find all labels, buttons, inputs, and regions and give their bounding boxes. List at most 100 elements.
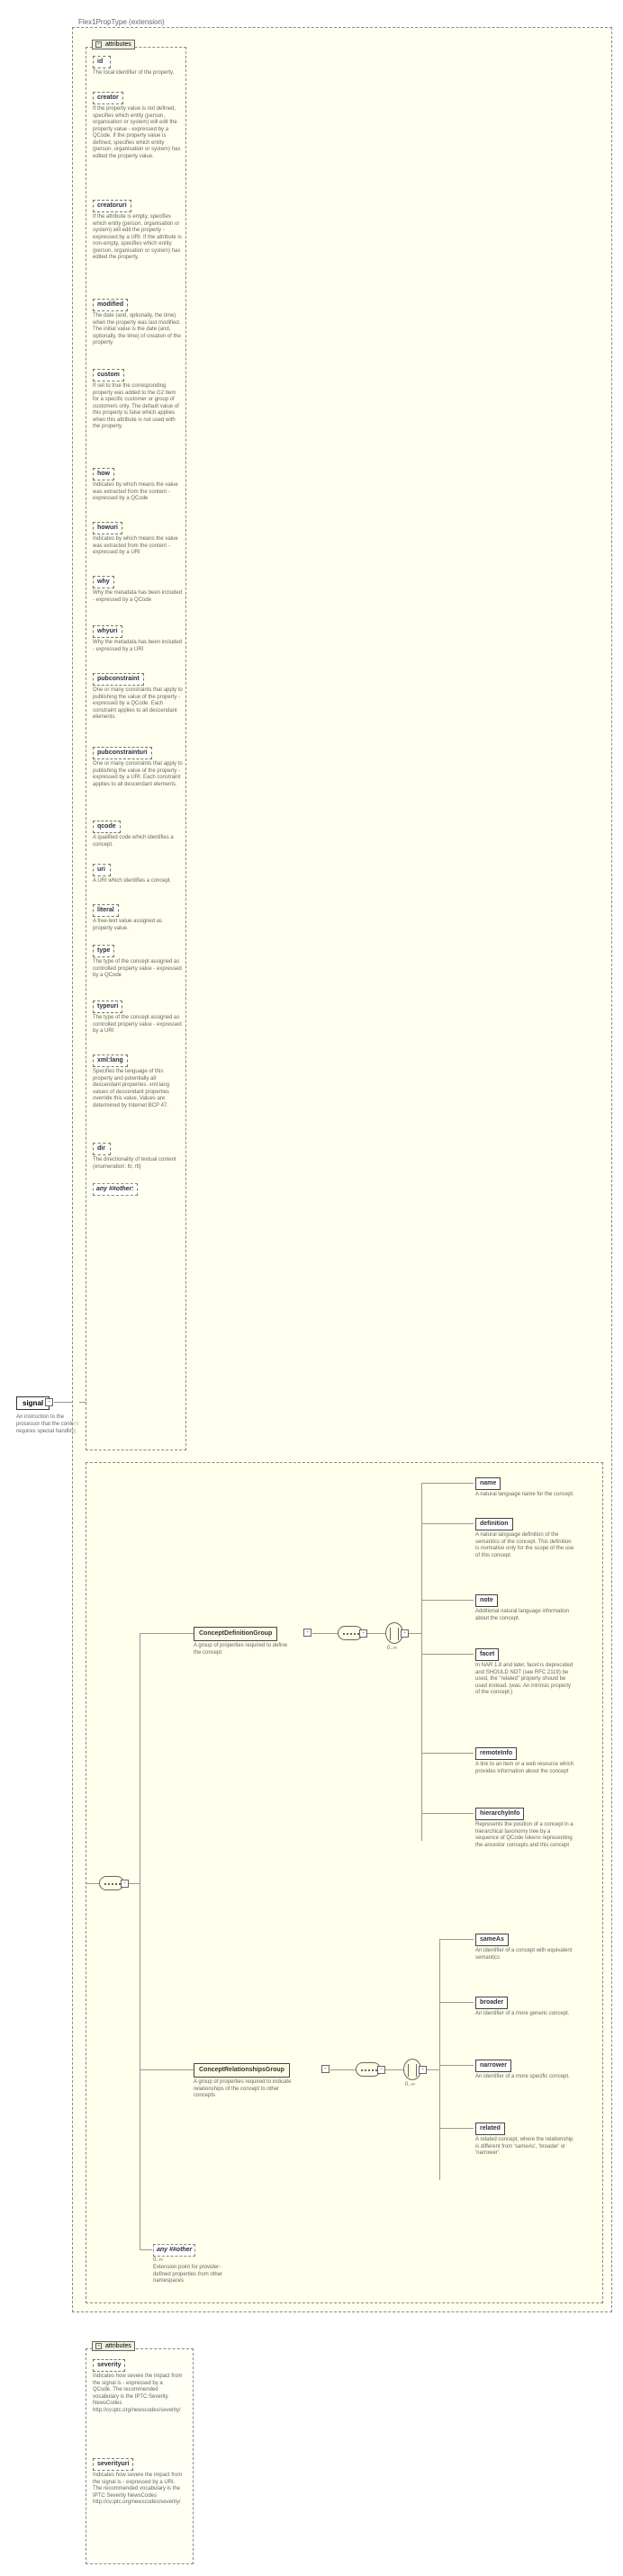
element-label: sameAs — [475, 1934, 509, 1946]
attr-any-other[interactable]: any ##other: — [93, 1183, 138, 1196]
collapse-icon[interactable]: - — [45, 1398, 53, 1406]
attr-label: creator — [93, 92, 123, 104]
attr-label: creatoruri — [93, 200, 131, 212]
collapse-icon[interactable]: - — [321, 2065, 330, 2073]
group-label: ConceptRelationshipsGroup — [194, 2063, 290, 2078]
element-definition[interactable]: definition A natural language definition… — [475, 1518, 574, 1559]
attr-label: howuri — [93, 522, 122, 534]
element-hierarchyinfo[interactable]: hierarchyInfo Represents the position of… — [475, 1808, 574, 1849]
attr-literal[interactable]: literal A free-text value assigned as pr… — [93, 904, 183, 932]
attr-xmllang[interactable]: xml:lang Specifies the language of this … — [93, 1055, 183, 1109]
element-note[interactable]: note Additional natural language informa… — [475, 1594, 574, 1622]
element-label: definition — [475, 1518, 513, 1530]
attr-modified[interactable]: modified The date (and, optionally, the … — [93, 299, 183, 347]
attr-label: why — [93, 576, 114, 588]
attributes-label: attributes — [105, 2343, 131, 2349]
attr-doc: If the attribute is empty, specifies whi… — [93, 214, 183, 262]
attr-severityuri[interactable]: severityuri Indicates how severe the imp… — [93, 2458, 183, 2507]
group-label: ConceptDefinitionGroup — [194, 1627, 277, 1641]
attr-creator[interactable]: creator If the property value is not def… — [93, 92, 183, 160]
attributes-tab: - attributes — [92, 2341, 135, 2351]
attr-doc: Why the metadata has been included - exp… — [93, 640, 183, 653]
element-broader[interactable]: broader An identifier of a more generic … — [475, 1997, 569, 2018]
attr-whyuri[interactable]: whyuri Why the metadata has been include… — [93, 625, 183, 653]
attr-doc: Indicates how severe the impact from the… — [93, 2374, 183, 2414]
attr-doc: A qualified code which identifies a conc… — [93, 835, 183, 848]
element-label: broader — [475, 1997, 508, 2009]
multiplicity: 0..∞ — [387, 1646, 397, 1651]
attr-doc: Why the metadata has been included - exp… — [93, 590, 183, 604]
attr-how[interactable]: how Indicates by which means the value w… — [93, 468, 183, 503]
attr-label: xml:lang — [93, 1055, 128, 1067]
element-remoteinfo[interactable]: remoteInfo A link to an item or a web re… — [475, 1747, 574, 1775]
attr-doc: A free-text value assigned as property v… — [93, 919, 183, 932]
attr-doc: Indicates by which means the value was e… — [93, 482, 183, 503]
collapse-icon[interactable]: - — [419, 2066, 427, 2074]
element-facet[interactable]: facet In NAR 1.8 and later, facet is dep… — [475, 1648, 574, 1697]
attr-label: qcode — [93, 821, 121, 833]
attr-custom[interactable]: custom If set to true the corresponding … — [93, 369, 183, 431]
collapse-icon[interactable]: - — [359, 1629, 367, 1638]
attr-qcode[interactable]: qcode A qualified code which identifies … — [93, 821, 183, 848]
group-conceptrelationships[interactable]: ConceptRelationshipsGroup A group of pro… — [194, 2063, 293, 2100]
attr-label: whyuri — [93, 625, 122, 638]
group-conceptdefinition[interactable]: ConceptDefinitionGroup A group of proper… — [194, 1627, 293, 1656]
multiplicity: 0..∞ — [405, 2082, 415, 2087]
element-label: signal — [23, 1399, 43, 1407]
collapse-icon[interactable]: - — [377, 2066, 385, 2074]
group-doc: A group of properties required to indica… — [194, 2079, 293, 2100]
attr-label: pubconstrainturi — [93, 747, 152, 759]
element-name[interactable]: name A natural language name for the con… — [475, 1477, 574, 1499]
attr-howuri[interactable]: howuri Indicates by which means the valu… — [93, 522, 183, 557]
collapse-icon[interactable]: - — [401, 1629, 409, 1638]
multiplicity: 0..∞ — [153, 2257, 234, 2263]
inner-content-box — [86, 1462, 603, 2303]
any-other-inner[interactable]: any ##other 0..∞ Extension point for pro… — [153, 2244, 234, 2285]
attr-why[interactable]: why Why the metadata has been included -… — [93, 576, 183, 604]
attr-doc: One or many constraints that apply to pu… — [93, 687, 183, 722]
element-related[interactable]: related A related concept, where the rel… — [475, 2123, 574, 2158]
element-sameas[interactable]: sameAs An identifier of a concept with e… — [475, 1934, 574, 1961]
attr-severity[interactable]: severity Indicates how severe the impact… — [93, 2359, 183, 2414]
attr-label: severityuri — [93, 2458, 133, 2471]
attr-doc: Specifies the language of this property … — [93, 1069, 183, 1109]
element-narrower[interactable]: narrower An identifier of a more specifi… — [475, 2060, 570, 2081]
attr-doc: Indicates how severe the impact from the… — [93, 2473, 183, 2507]
attr-label: how — [93, 468, 114, 480]
attr-creatoruri[interactable]: creatoruri If the attribute is empty, sp… — [93, 200, 183, 262]
extension-label: Flex1PropType (extension) — [77, 18, 167, 26]
element-label: related — [475, 2123, 505, 2135]
group-doc: A group of properties required to define… — [194, 1643, 293, 1656]
attr-id[interactable]: id The local identifier of the property. — [93, 56, 174, 77]
attr-doc: A URI which identifies a concept. — [93, 878, 171, 885]
attr-typeuri[interactable]: typeuri The type of the concept assigned… — [93, 1001, 183, 1036]
diagram-canvas: signal An instruction to the processor t… — [0, 0, 623, 2576]
attr-label: typeuri — [93, 1001, 122, 1013]
attr-pubconstraint[interactable]: pubconstraint One or many constraints th… — [93, 673, 183, 722]
attr-uri[interactable]: uri A URI which identifies a concept. — [93, 864, 171, 885]
attr-label: literal — [93, 904, 119, 917]
element-label: facet — [475, 1648, 499, 1661]
attr-id-doc: The local identifier of the property. — [93, 70, 174, 77]
attr-pubconstrainturi[interactable]: pubconstrainturi One or many constraints… — [93, 747, 183, 788]
any-doc: Extension point for provider-defined pro… — [153, 2265, 234, 2285]
element-doc: Additional natural language information … — [475, 1609, 574, 1622]
element-doc: In NAR 1.8 and later, facet is deprecate… — [475, 1663, 574, 1697]
attr-doc: The directionality of textual content (e… — [93, 1157, 183, 1171]
element-label: hierarchyInfo — [475, 1808, 524, 1820]
attr-dir[interactable]: dir The directionality of textual conten… — [93, 1143, 183, 1171]
element-doc: Represents the position of a concept in … — [475, 1822, 574, 1849]
element-label: narrower — [475, 2060, 511, 2072]
attr-doc: One or many constraints that apply to pu… — [93, 761, 183, 788]
collapse-icon[interactable]: - — [303, 1629, 312, 1637]
element-label: remoteInfo — [475, 1747, 517, 1760]
element-doc: A natural language name for the concept. — [475, 1492, 574, 1499]
collapse-icon[interactable]: - — [121, 1880, 129, 1888]
attr-label: dir — [93, 1143, 111, 1155]
attr-id-label: id — [93, 56, 111, 68]
element-label: name — [475, 1477, 501, 1490]
attributes-label: attributes — [105, 41, 131, 48]
attr-type[interactable]: type The type of the concept assigned as… — [93, 945, 183, 980]
element-signal-doc: An instruction to the processor that the… — [16, 1414, 79, 1435]
attr-doc: If set to true the corresponding propert… — [93, 383, 183, 431]
